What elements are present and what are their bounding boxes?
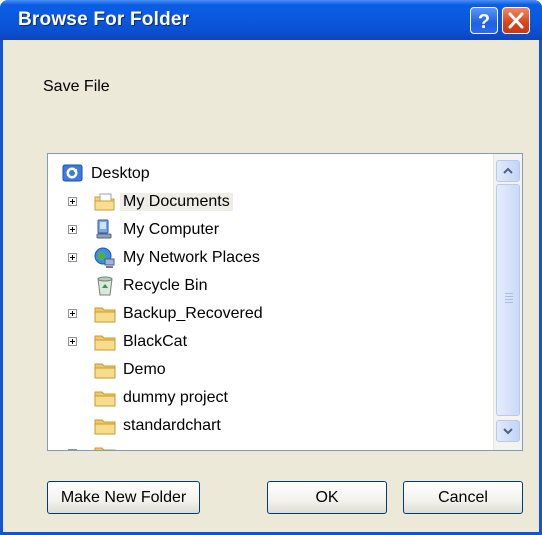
recycle-bin-icon bbox=[97, 276, 113, 296]
tree-item-standardchart[interactable]: standardchart bbox=[48, 412, 494, 440]
tree-item-recycle-bin[interactable]: Recycle Bin bbox=[48, 272, 494, 300]
tree-item-label: Recycle Bin bbox=[123, 277, 208, 294]
dialog-description: Save File bbox=[43, 78, 110, 95]
svg-text:?: ? bbox=[478, 11, 490, 33]
thumb-grip bbox=[505, 299, 513, 300]
help-button[interactable]: ? bbox=[470, 7, 498, 34]
ok-button[interactable]: OK bbox=[267, 481, 387, 514]
expand-toggle[interactable] bbox=[68, 253, 77, 262]
title-bar[interactable]: Browse For Folder ? bbox=[0, 0, 542, 40]
thumb-grip bbox=[505, 302, 513, 303]
expand-toggle[interactable] bbox=[68, 449, 77, 450]
folder-icon bbox=[94, 363, 116, 379]
window-title: Browse For Folder bbox=[18, 9, 190, 30]
tree-item-my-network-places[interactable]: My Network Places bbox=[48, 244, 494, 272]
tree-item-label: dummy project bbox=[123, 389, 228, 406]
folder-icon bbox=[94, 307, 116, 323]
thumb-grip bbox=[505, 293, 513, 294]
tree-item-label: Backup_Recovered bbox=[123, 305, 263, 322]
tree-item-blackcat[interactable]: BlackCat bbox=[48, 328, 494, 356]
make-new-folder-button[interactable]: Make New Folder bbox=[47, 481, 200, 514]
desktop-icon bbox=[62, 164, 83, 182]
tree-item-desktop[interactable]: Desktop bbox=[48, 160, 494, 188]
folder-icon bbox=[94, 335, 116, 351]
tree-item-label: My Network Places bbox=[123, 249, 260, 266]
tree-item-my-computer[interactable]: My Computer bbox=[48, 216, 494, 244]
close-icon bbox=[508, 12, 524, 29]
folder-icon bbox=[94, 391, 116, 407]
expand-toggle[interactable] bbox=[68, 337, 77, 346]
tree-item-partial[interactable] bbox=[48, 440, 494, 450]
tree-item-label: My Computer bbox=[123, 221, 220, 238]
expand-toggle[interactable] bbox=[68, 197, 77, 206]
vertical-scrollbar[interactable] bbox=[493, 154, 522, 450]
chevron-down-icon bbox=[503, 428, 513, 435]
question-mark-icon: ? bbox=[478, 11, 490, 33]
tree-item-label: My Documents bbox=[120, 193, 233, 211]
browse-for-folder-dialog: Browse For Folder ? Save File Desktop My… bbox=[0, 0, 542, 535]
close-button[interactable] bbox=[502, 7, 530, 34]
tree-item-dummy-project[interactable]: dummy project bbox=[48, 384, 494, 412]
tree-item-label: standardchart bbox=[123, 417, 221, 434]
tree-item-my-documents[interactable]: My Documents bbox=[48, 188, 494, 216]
folder-icon bbox=[94, 447, 116, 450]
network-places-icon bbox=[94, 247, 115, 268]
tree-item-label: Desktop bbox=[91, 165, 150, 182]
expand-toggle[interactable] bbox=[68, 225, 77, 234]
tree-item-backup-recovered[interactable]: Backup_Recovered bbox=[48, 300, 494, 328]
tree-item-demo[interactable]: Demo bbox=[48, 356, 494, 384]
scroll-thumb[interactable] bbox=[496, 184, 520, 416]
thumb-grip bbox=[505, 296, 513, 297]
my-computer-icon bbox=[96, 219, 112, 239]
cancel-button[interactable]: Cancel bbox=[403, 481, 523, 514]
expand-toggle[interactable] bbox=[68, 309, 77, 318]
folder-icon bbox=[94, 419, 116, 435]
my-documents-icon bbox=[94, 193, 115, 211]
scroll-down-button[interactable] bbox=[496, 420, 520, 442]
folder-tree[interactable]: Desktop My Documents My Computer My Netw… bbox=[47, 153, 523, 451]
chevron-up-icon bbox=[503, 167, 513, 174]
tree-item-label: BlackCat bbox=[123, 333, 188, 350]
scroll-up-button[interactable] bbox=[496, 160, 520, 182]
tree-item-label: Demo bbox=[123, 361, 166, 378]
